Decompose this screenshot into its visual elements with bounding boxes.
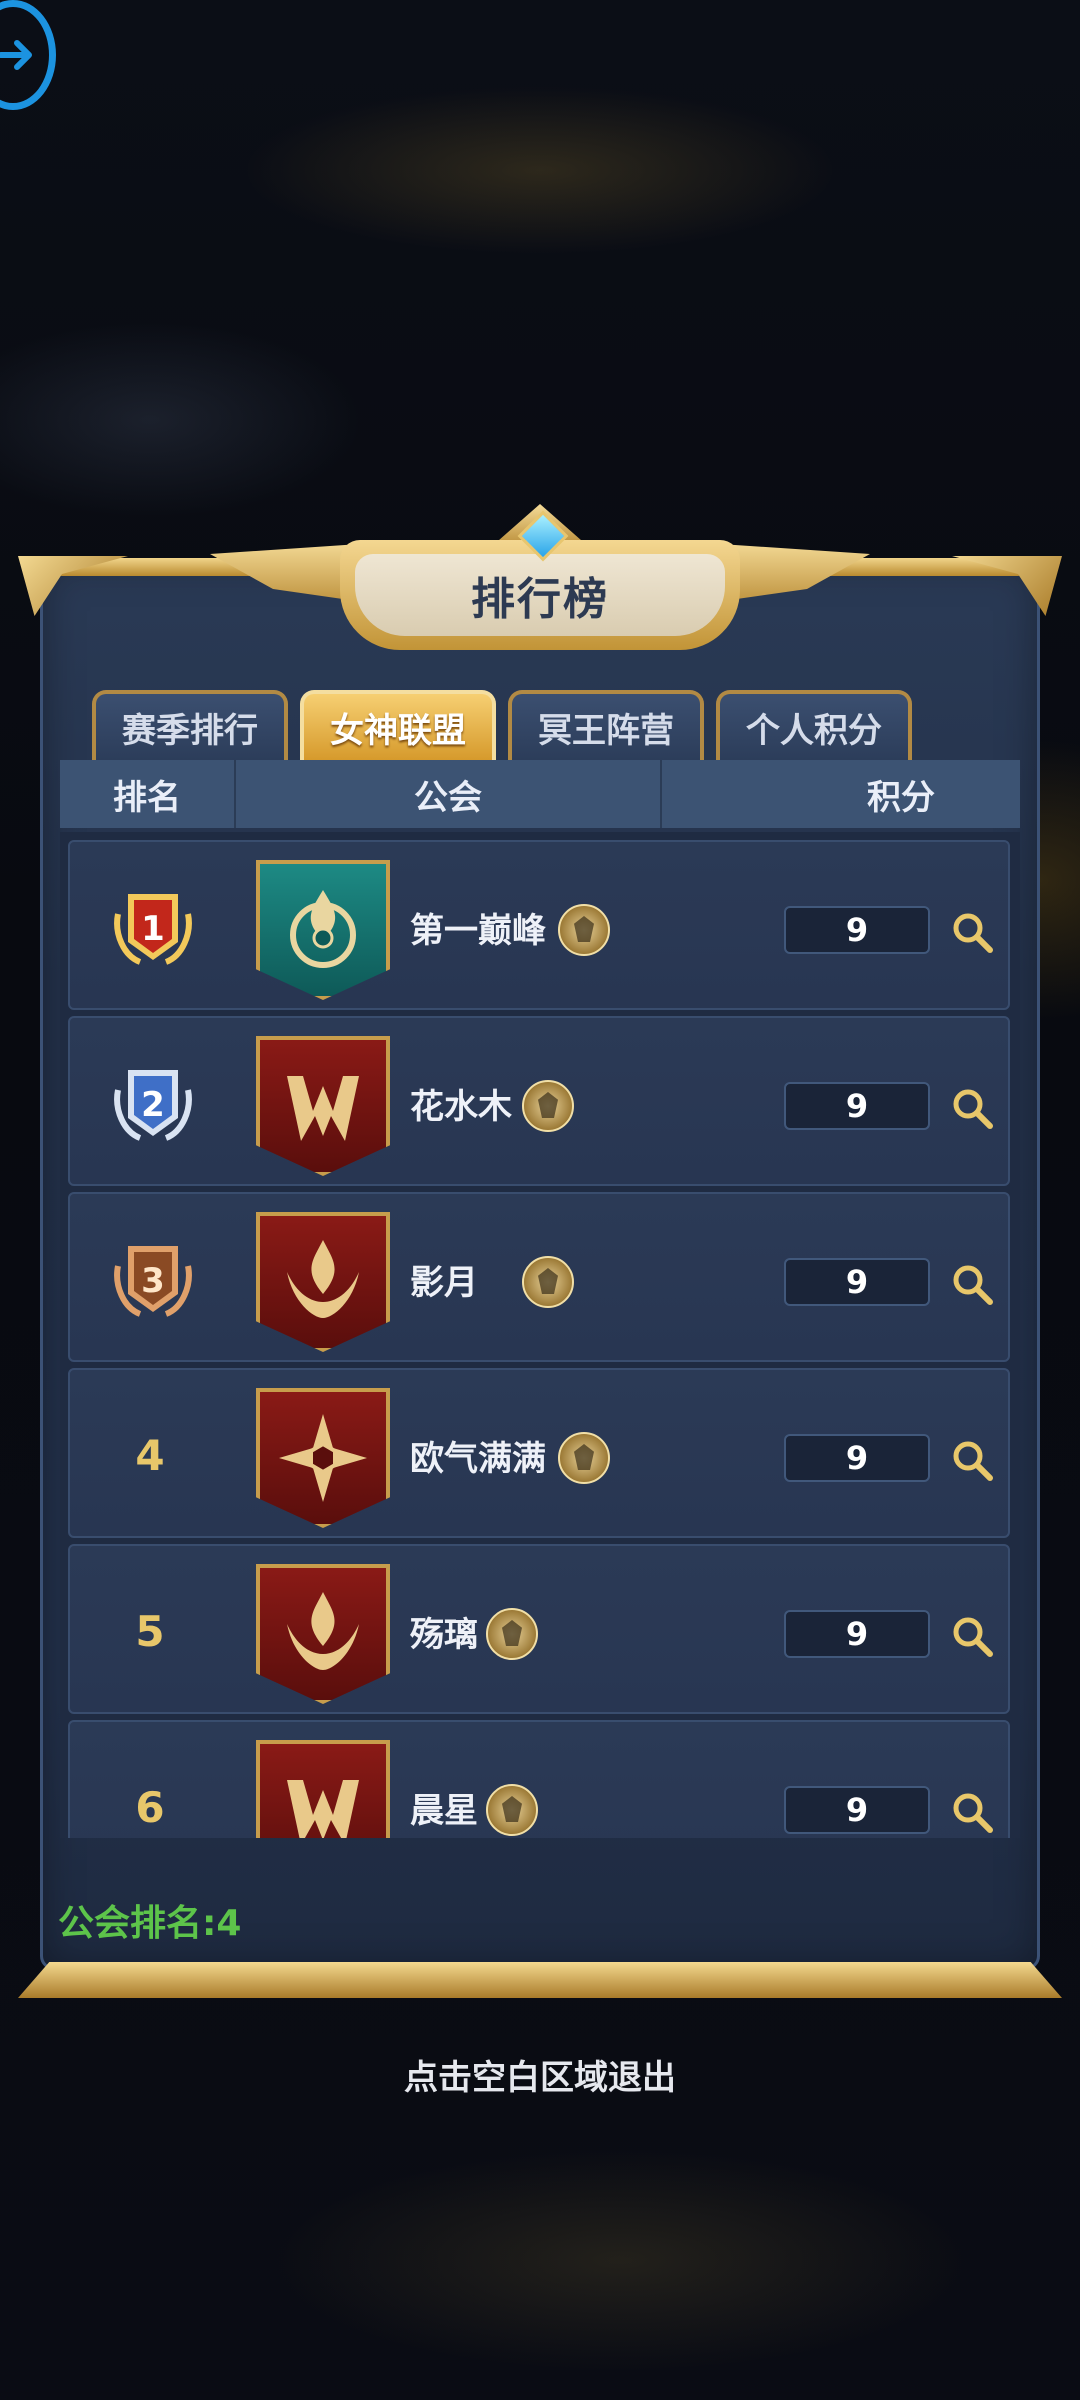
guild-emblem-icon[interactable]	[256, 860, 390, 1000]
silver-medal-icon: 2	[110, 1060, 196, 1146]
guild-emblem-icon[interactable]	[256, 1740, 390, 1838]
table-row[interactable]: 3 影月 9	[68, 1192, 1010, 1362]
score-value: 9	[784, 1434, 930, 1482]
score-value: 9	[784, 1786, 930, 1834]
header-guild: 公会	[236, 760, 662, 828]
bronze-medal-icon: 3	[110, 1236, 196, 1322]
exit-hint: 点击空白区域退出	[404, 2058, 676, 2098]
search-icon[interactable]	[950, 1086, 994, 1130]
tab-personal-points[interactable]: 个人积分	[716, 690, 912, 760]
table-header: 排名 公会 积分	[60, 760, 1020, 828]
guild-level-badge-icon	[486, 1608, 538, 1660]
search-icon[interactable]	[950, 1438, 994, 1482]
tab-season-ranking[interactable]: 赛季排行	[92, 690, 288, 760]
tab-hades-camp[interactable]: 冥王阵营	[508, 690, 704, 760]
guild-emblem-icon[interactable]	[256, 1036, 390, 1176]
guild-name: 晨星	[410, 1790, 478, 1831]
arrow-right-icon	[0, 40, 32, 70]
guild-level-badge-icon	[486, 1784, 538, 1836]
guild-emblem-icon[interactable]	[256, 1388, 390, 1528]
rank-number: 6	[135, 1782, 165, 1832]
search-icon[interactable]	[950, 1790, 994, 1834]
table-row[interactable]: 5 殇璃 9	[68, 1544, 1010, 1714]
guild-level-badge-icon	[558, 1432, 610, 1484]
guild-level-badge-icon	[522, 1256, 574, 1308]
panel-bottom-rim	[18, 1962, 1062, 1998]
score-value: 9	[784, 1082, 930, 1130]
guild-level-badge-icon	[522, 1080, 574, 1132]
guild-name: 欧气满满	[410, 1438, 546, 1479]
medal-rank-label: 3	[141, 1261, 165, 1301]
page-title: 排行榜	[471, 574, 609, 625]
rank-number: 4	[135, 1430, 165, 1480]
rank-number: 5	[135, 1606, 165, 1656]
guild-name: 影月	[410, 1262, 478, 1303]
guild-emblem-icon[interactable]	[256, 1212, 390, 1352]
score-value: 9	[784, 1610, 930, 1658]
table-row[interactable]: 1 第一巅峰 9	[68, 840, 1010, 1010]
table-row[interactable]: 4 欧气满满 9	[68, 1368, 1010, 1538]
tab-goddess-alliance[interactable]: 女神联盟	[300, 690, 496, 760]
guild-rank-text: 公会排名:4	[58, 1903, 242, 1944]
tab-bar: 赛季排行 女神联盟 冥王阵营 个人积分	[92, 690, 912, 760]
table-row[interactable]: 6 晨星 9	[68, 1720, 1010, 1838]
ranking-list[interactable]: 1 第一巅峰 9 2 花水木 9 3 影月 9 4 欧气满满 9 5 殇璃 9 6 晨星 9	[60, 832, 1020, 1838]
header-score: 积分	[867, 777, 935, 818]
medal-rank-label: 1	[141, 909, 165, 949]
guild-level-badge-icon	[558, 904, 610, 956]
guild-name: 花水木	[410, 1086, 512, 1127]
search-icon[interactable]	[950, 1614, 994, 1658]
table-row[interactable]: 2 花水木 9	[68, 1016, 1010, 1186]
guild-emblem-icon[interactable]	[256, 1564, 390, 1704]
search-icon[interactable]	[950, 910, 994, 954]
guild-name: 殇璃	[410, 1614, 478, 1655]
score-value: 9	[784, 1258, 930, 1306]
search-icon[interactable]	[950, 1262, 994, 1306]
medal-rank-label: 2	[141, 1085, 165, 1125]
title-banner: 排行榜	[210, 500, 870, 660]
gold-medal-icon: 1	[110, 884, 196, 970]
score-value: 9	[784, 906, 930, 954]
guild-name: 第一巅峰	[410, 910, 546, 951]
header-rank: 排名	[60, 760, 236, 828]
